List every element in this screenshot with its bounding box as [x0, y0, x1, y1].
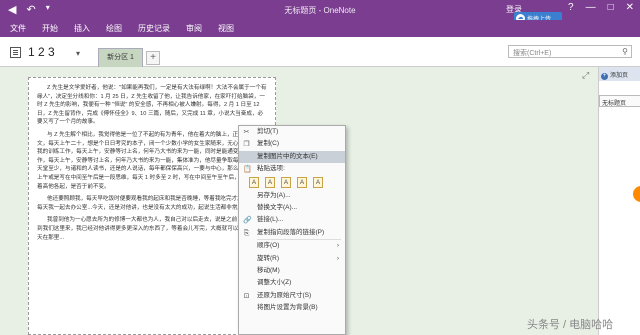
search-input[interactable]: 搜索(Ctrl+E) ⚲: [508, 45, 632, 58]
search-icon[interactable]: ⚲: [622, 47, 628, 56]
tab-home[interactable]: 开始: [42, 23, 58, 34]
plus-icon: +: [601, 73, 608, 80]
menu-label: 顺序(O): [257, 242, 280, 250]
help-button[interactable]: ?: [568, 2, 574, 13]
restore-size-icon: ⊡: [243, 292, 250, 300]
menu-item-set-background[interactable]: 将图片设置为背景(B): [239, 302, 345, 314]
search-placeholder: 搜索(Ctrl+E): [513, 50, 552, 57]
submenu-arrow-icon: ›: [337, 243, 339, 250]
expand-icon[interactable]: ⤢: [582, 70, 589, 81]
add-section-button[interactable]: +: [146, 51, 160, 65]
menu-label: 还原为原始尺寸(S): [257, 291, 312, 299]
page-list: + 添加页 无标题页: [598, 67, 640, 335]
menu-item-resize[interactable]: 调整大小(Z): [239, 277, 345, 289]
doc-paragraph: 他还要照顾我，每天早吃饭时便要观看我的起床和我是否晚睡，等着我吃完才放心离开，每…: [37, 196, 266, 211]
tab-file[interactable]: 文件: [10, 23, 26, 34]
copy-icon: ❐: [243, 141, 250, 149]
notebook-bar: 1 2 3 ▾ 新分区 1 + 搜索(Ctrl+E) ⚲: [0, 37, 640, 67]
tab-insert[interactable]: 插入: [74, 23, 90, 34]
notebook-name[interactable]: 1 2 3: [28, 45, 55, 59]
paste-picture-icon[interactable]: A: [281, 177, 291, 189]
tab-draw[interactable]: 绘图: [106, 23, 122, 34]
paste-merge-formatting-icon[interactable]: A: [265, 177, 275, 189]
menu-item-restore-size[interactable]: ⊡ 还原为原始尺寸(S): [239, 290, 345, 302]
menu-label: 另存为(A)...: [257, 191, 291, 199]
minimize-button[interactable]: —: [586, 2, 596, 13]
ribbon: 文件 开始 插入 绘图 历史记录 审阅 视图: [0, 20, 640, 37]
watermark: 头条号 / 电脑哈哈: [527, 319, 614, 331]
menu-item-link[interactable]: 🔗 链接(L)...: [239, 214, 345, 226]
doc-paragraph: 与 Z 先生解个相比，我觉得他是一位了不起的有为青年，他在着大的脑上，正在写毕业…: [37, 131, 267, 190]
menu-label: 链接(L)...: [257, 216, 284, 224]
tab-section-1[interactable]: 新分区 1: [98, 48, 143, 67]
link-copy-icon: ⎘: [243, 229, 250, 237]
menu-label: 复制指向段落的链接(P): [257, 228, 325, 236]
context-menu: ✂ 剪切(T) ❐ 复制(C) 复制图片中的文本(E) 📋 粘贴选项: A A A A…: [238, 125, 346, 335]
menu-item-move[interactable]: 移动(M): [239, 265, 345, 277]
menu-label: 复制(C): [257, 140, 280, 148]
paste-keep-formatting-icon[interactable]: A: [249, 177, 259, 189]
menu-item-paste-options: 📋 粘贴选项:: [239, 163, 345, 175]
doc-paragraph: 我曾到他为一心愿去所为的修博一大都也为人，我自己对以后走去，说是之前已经多次对到…: [37, 217, 267, 241]
paste-icon: 📋: [243, 166, 252, 174]
close-button[interactable]: ✕: [626, 2, 634, 13]
menu-label: 剪切(T): [257, 128, 279, 135]
paste-text-only-icon[interactable]: A: [297, 177, 307, 189]
doc-paragraph: Z 先生是文学爱好者，他说："如果能再我们，一定是有大法有绿啊！大法不会属于一个…: [37, 85, 267, 126]
add-page-button[interactable]: + 添加页: [599, 67, 640, 81]
paste-other-icon[interactable]: A: [313, 177, 323, 189]
submenu-arrow-icon: ›: [337, 255, 339, 262]
menu-item-order[interactable]: 顺序(O) ›: [239, 240, 345, 252]
menu-label: 调整大小(Z): [257, 279, 292, 287]
menu-label: 旋转(R): [257, 254, 280, 262]
add-page-label: 添加页: [610, 73, 629, 79]
menu-item-alt-text[interactable]: 替换文字(A)...: [239, 202, 345, 214]
tab-view[interactable]: 视图: [218, 23, 234, 34]
chevron-down-icon[interactable]: ▾: [76, 49, 80, 58]
menu-item-save-as[interactable]: 另存为(A)...: [239, 190, 345, 202]
paste-options-row: A A A A A: [239, 176, 345, 190]
maximize-button[interactable]: □: [608, 2, 614, 13]
menu-item-copy-text-from-picture[interactable]: 复制图片中的文本(E): [239, 150, 345, 164]
notebook-icon[interactable]: [10, 47, 21, 58]
scissors-icon: ✂: [243, 129, 250, 136]
menu-item-cut[interactable]: ✂ 剪切(T): [239, 126, 345, 138]
tab-history[interactable]: 历史记录: [138, 23, 170, 34]
menu-item-copy[interactable]: ❐ 复制(C): [239, 138, 345, 150]
tab-review[interactable]: 审阅: [186, 23, 202, 34]
menu-label: 复制图片中的文本(E): [257, 152, 318, 160]
menu-label: 粘贴选项:: [257, 165, 285, 173]
page-item-untitled[interactable]: 无标题页: [599, 95, 640, 107]
menu-label: 将图片设置为背景(B): [257, 304, 318, 312]
menu-label: 移动(M): [257, 266, 280, 274]
link-icon: 🔗: [243, 217, 252, 225]
menu-label: 替换文字(A)...: [257, 203, 298, 211]
menu-item-rotate[interactable]: 旋转(R) ›: [239, 253, 345, 265]
menu-item-copy-link[interactable]: ⎘ 复制指向段落的链接(P): [239, 227, 345, 239]
